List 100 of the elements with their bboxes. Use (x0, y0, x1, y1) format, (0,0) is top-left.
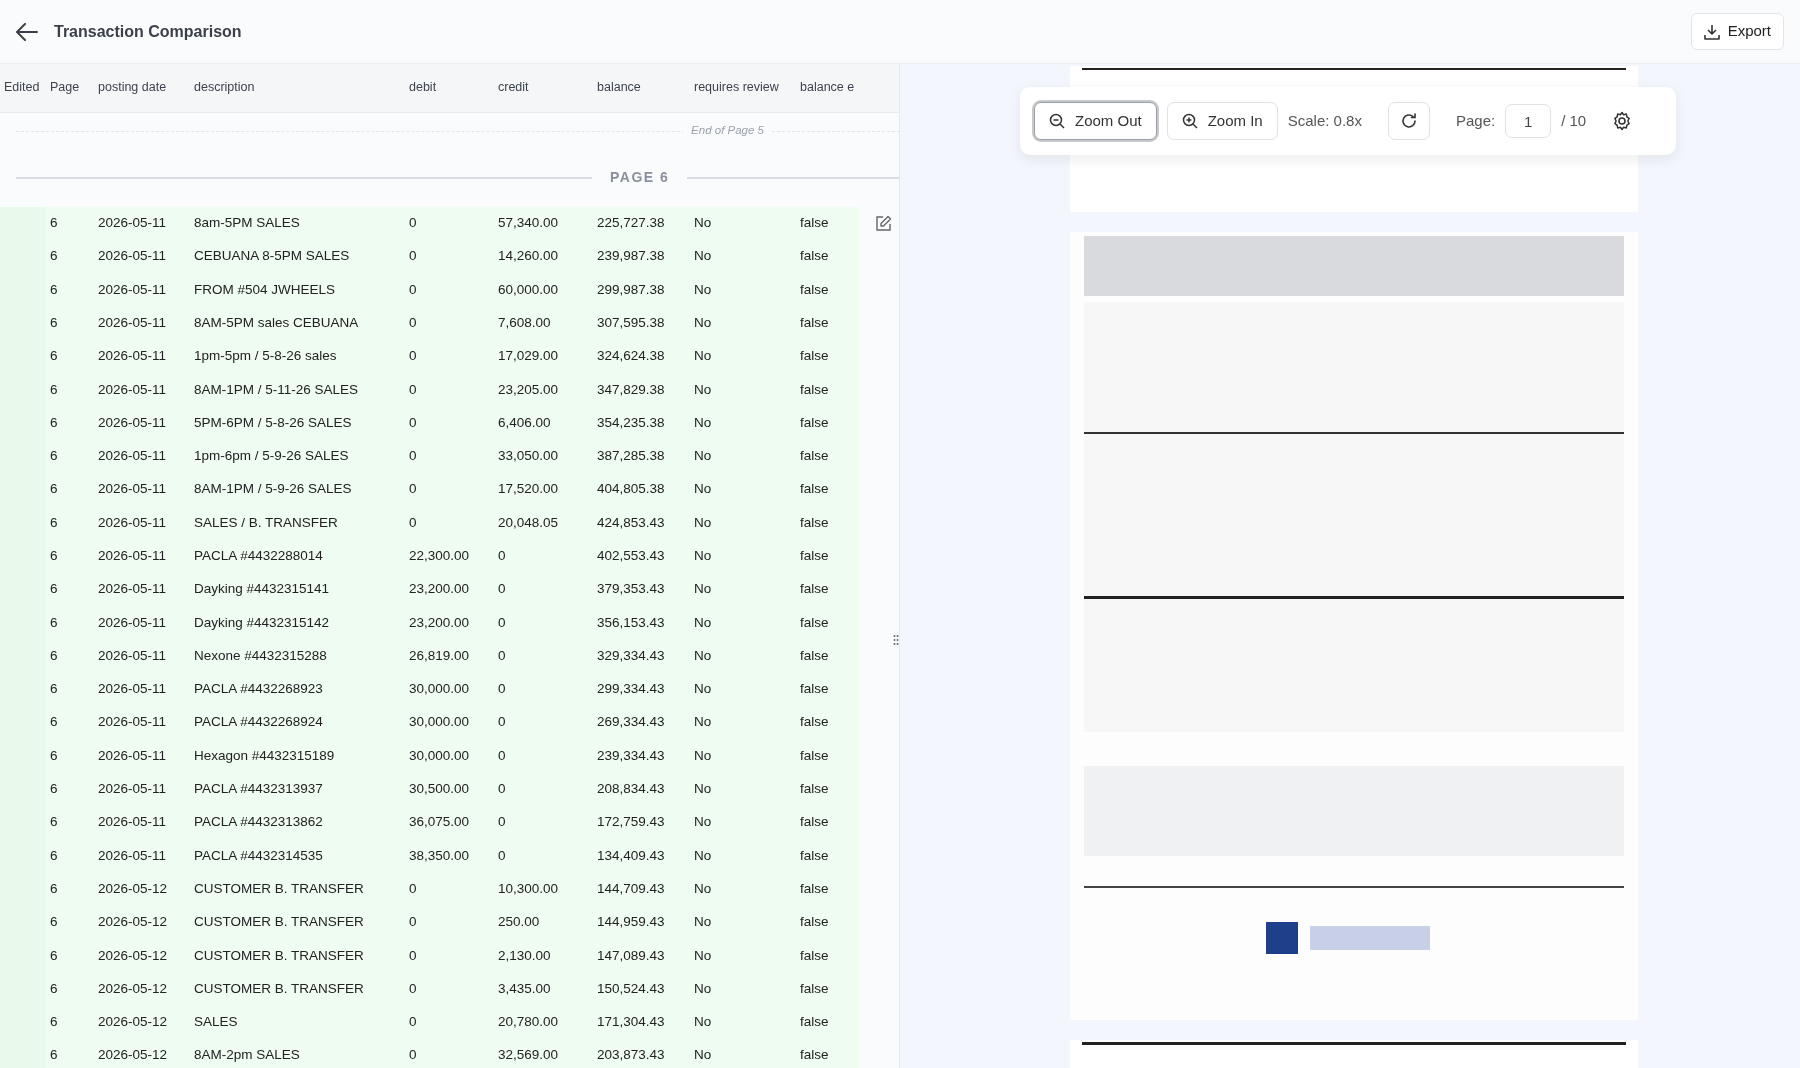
table-cell: 356,153.43 (593, 606, 690, 640)
table-cell: 8AM-1PM / 5-9-26 SALES (190, 472, 405, 507)
table-cell: No (690, 572, 796, 607)
table-cell: No (690, 539, 796, 573)
table-cell: 2026-05-11 (94, 239, 190, 274)
table-cell: 8am-5PM SALES (190, 206, 405, 240)
page-total: / 10 (1561, 110, 1587, 131)
table-cell: 6 (46, 239, 94, 274)
table-cell: false (796, 439, 859, 473)
table-cell: 0 (494, 572, 593, 607)
table-cell: 2026-05-11 (94, 672, 190, 706)
table-cell: false (796, 273, 859, 307)
table-cell: false (796, 373, 859, 407)
table-cell: 2026-05-12 (94, 872, 190, 906)
table-cell: CUSTOMER B. TRANSFER (190, 905, 405, 940)
table-cell: PACLA #4432268924 (190, 705, 405, 740)
table-cell: 2026-05-11 (94, 406, 190, 440)
table-cell: No (690, 739, 796, 773)
table-cell: 23,200.00 (405, 572, 494, 607)
table-cell: 379,353.43 (593, 572, 690, 607)
table-cell: No (690, 273, 796, 307)
table-cell: No (690, 972, 796, 1006)
table-cell: No (690, 639, 796, 673)
resize-handle[interactable] (893, 634, 899, 646)
table-cell: 225,727.38 (593, 206, 690, 240)
table-cell: CUSTOMER B. TRANSFER (190, 872, 405, 906)
table-cell: false (796, 639, 859, 673)
table-cell: 2026-05-11 (94, 805, 190, 840)
table-cell: CUSTOMER B. TRANSFER (190, 939, 405, 973)
zoom-in-button[interactable]: Zoom In (1166, 102, 1278, 140)
column-header: credit (494, 64, 593, 112)
table-cell: 6 (46, 705, 94, 740)
table-cell: No (690, 306, 796, 340)
table-cell: 38,350.00 (405, 839, 494, 873)
table-cell: 0 (405, 306, 494, 340)
table-cell: 0 (405, 339, 494, 373)
table-cell: No (690, 705, 796, 740)
table-cell: 33,050.00 (494, 439, 593, 473)
table-cell: false (796, 905, 859, 940)
settings-icon[interactable] (1612, 111, 1633, 131)
table-cell: false (796, 506, 859, 540)
table-cell: false (796, 739, 859, 773)
table-cell: 6 (46, 572, 94, 607)
table-cell: 26,819.00 (405, 639, 494, 673)
table-cell: 6 (46, 206, 94, 240)
table-cell: Dayking #4432315141 (190, 572, 405, 607)
table-cell: 0 (494, 772, 593, 806)
table-cell: 239,334.43 (593, 739, 690, 773)
table-cell: Hexagon #4432315189 (190, 739, 405, 773)
table-cell: No (690, 406, 796, 440)
table-cell: 17,520.00 (494, 472, 593, 507)
table-cell: 147,089.43 (593, 939, 690, 973)
table-cell: 402,553.43 (593, 539, 690, 573)
table-cell: 6 (46, 972, 94, 1006)
page-label: Page: (1455, 110, 1496, 131)
table-cell: 3,435.00 (494, 972, 593, 1006)
column-header: Page (46, 64, 94, 112)
table-cell: 269,334.43 (593, 705, 690, 740)
table-cell: 404,805.38 (593, 472, 690, 507)
table-cell: 6 (46, 1005, 94, 1039)
table-cell: false (796, 972, 859, 1006)
table-cell: SALES / B. TRANSFER (190, 506, 405, 540)
column-header: debit (405, 64, 494, 112)
table-cell: 2026-05-12 (94, 905, 190, 940)
back-arrow-icon[interactable] (16, 22, 38, 41)
rotate-button[interactable] (1387, 102, 1430, 140)
table-cell: 6 (46, 339, 94, 373)
table-cell: 0 (405, 206, 494, 240)
table-cell: 0 (405, 373, 494, 407)
table-cell: 299,334.43 (593, 672, 690, 706)
table-cell: 6 (46, 606, 94, 640)
table-cell: Nexone #4432315288 (190, 639, 405, 673)
scale-label: Scale: 0.8x (1287, 110, 1362, 131)
page-number-field[interactable]: 1 (1505, 104, 1552, 138)
table-cell: 6 (46, 872, 94, 906)
table-cell: No (690, 672, 796, 706)
table-cell: 203,873.43 (593, 1038, 690, 1068)
table-cell: 2026-05-11 (94, 739, 190, 773)
table-cell: 30,500.00 (405, 772, 494, 806)
table-cell: 1pm-5pm / 5-8-26 sales (190, 339, 405, 373)
table-cell: 0 (494, 639, 593, 673)
table-cell: 6 (46, 939, 94, 973)
table-cell: 2026-05-11 (94, 439, 190, 473)
table-cell: 387,285.38 (593, 439, 690, 473)
table-cell: 2026-05-11 (94, 506, 190, 540)
export-button[interactable]: Export (1690, 13, 1784, 50)
table-cell: No (690, 939, 796, 973)
table-cell: 30,000.00 (405, 672, 494, 706)
edit-icon[interactable] (875, 214, 892, 232)
table-cell: 0 (494, 739, 593, 773)
table-cell: 134,409.43 (593, 839, 690, 873)
table-cell: 0 (405, 406, 494, 440)
table-cell: 6 (46, 805, 94, 840)
table-cell: 23,205.00 (494, 373, 593, 407)
table-cell: 239,987.38 (593, 239, 690, 274)
table-cell: 0 (494, 539, 593, 573)
table-cell: 6 (46, 306, 94, 340)
table-cell: false (796, 772, 859, 806)
zoom-out-button[interactable]: Zoom Out (1034, 102, 1157, 140)
column-header: Edited (0, 64, 46, 112)
